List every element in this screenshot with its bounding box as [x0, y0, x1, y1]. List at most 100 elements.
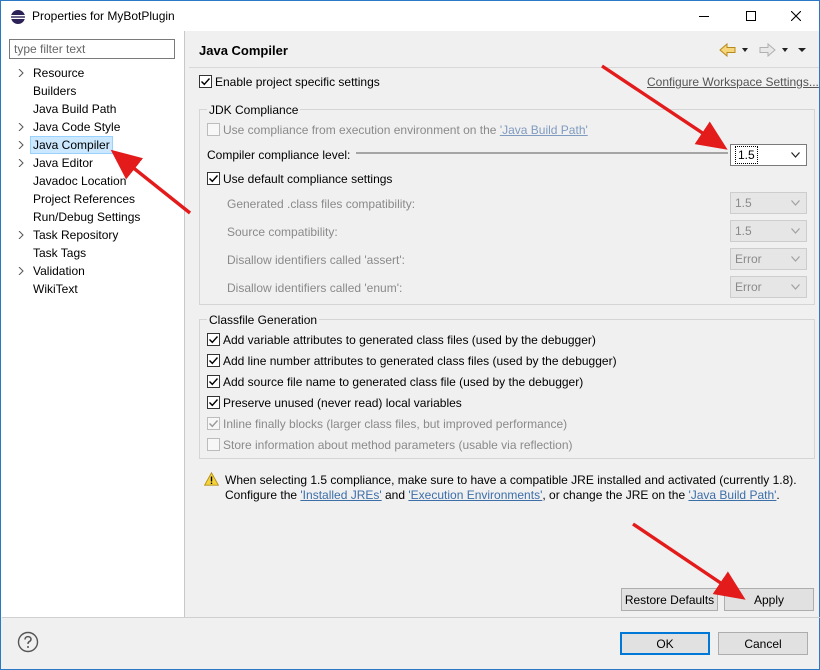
warning-text: and	[381, 488, 409, 502]
window-title: Properties for MyBotPlugin	[32, 9, 175, 23]
sidebar-item-label: Builders	[33, 84, 77, 98]
execution-environments-link[interactable]: 'Execution Environments'	[408, 488, 542, 502]
chevron-right-icon[interactable]	[17, 267, 25, 275]
sidebar-item-label: Java Compiler	[30, 136, 113, 154]
sidebar-item-java-editor[interactable]: Java Editor	[1, 154, 185, 172]
sidebar-item-run-debug-settings[interactable]: Run/Debug Settings	[1, 208, 185, 226]
sidebar-item-resource[interactable]: Resource	[1, 64, 185, 82]
history-navigation	[719, 42, 806, 58]
chevron-right-icon[interactable]	[17, 159, 25, 167]
sidebar-item-task-tags[interactable]: Task Tags	[1, 244, 185, 262]
use-env-compliance-checkbox[interactable]	[207, 123, 220, 136]
sidebar-item-java-code-style[interactable]: Java Code Style	[1, 118, 185, 136]
compliance-level-label: Compiler compliance level:	[207, 148, 351, 162]
add-source-file-label: Add source file name to generated class …	[223, 375, 584, 389]
enum-identifier-label: Disallow identifiers called 'enum':	[227, 281, 403, 295]
view-menu-chevron-icon[interactable]	[798, 48, 806, 52]
close-button[interactable]	[773, 1, 819, 31]
checkmark-icon	[209, 420, 219, 428]
header-divider	[189, 67, 819, 68]
add-source-file-checkbox[interactable]	[207, 375, 220, 388]
eclipse-icon	[11, 10, 25, 24]
configure-workspace-link[interactable]: Configure Workspace Settings...	[647, 75, 819, 89]
preserve-unused-checkbox[interactable]	[207, 396, 220, 409]
restore-defaults-button[interactable]: Restore Defaults	[621, 588, 718, 611]
chevron-right-icon[interactable]	[17, 123, 25, 131]
chevron-right-icon[interactable]	[17, 141, 25, 149]
filter-input[interactable]	[9, 39, 175, 59]
inline-finally-label: Inline finally blocks (larger class file…	[223, 417, 568, 431]
enable-specific-label: Enable project specific settings	[215, 75, 380, 89]
ok-button[interactable]: OK	[620, 632, 710, 655]
sidebar-item-wikitext[interactable]: WikiText	[1, 280, 185, 298]
sidebar-item-javadoc-location[interactable]: Javadoc Location	[1, 172, 185, 190]
checkmark-icon	[209, 357, 219, 365]
sidebar-item-validation[interactable]: Validation	[1, 262, 185, 280]
title-bar[interactable]: Properties for MyBotPlugin	[1, 1, 819, 31]
add-line-number-checkbox[interactable]	[207, 354, 220, 367]
help-icon[interactable]	[17, 631, 39, 653]
minimize-button[interactable]	[681, 1, 727, 31]
chevron-down-icon	[791, 256, 800, 262]
chevron-right-icon[interactable]	[17, 231, 25, 239]
classfile-generation-title: Classfile Generation	[207, 313, 320, 327]
compliance-level-value: 1.5	[735, 146, 758, 164]
checkmark-icon	[209, 175, 219, 183]
sidebar-item-label: Java Editor	[33, 156, 94, 170]
enum-identifier-select[interactable]: Error	[730, 276, 807, 298]
source-compat-select[interactable]: 1.5	[730, 220, 807, 242]
cancel-button[interactable]: Cancel	[718, 632, 808, 655]
page-title: Java Compiler	[199, 43, 288, 58]
sidebar-item-java-build-path[interactable]: Java Build Path	[1, 100, 185, 118]
use-default-compliance-checkbox[interactable]	[207, 172, 220, 185]
maximize-button[interactable]	[728, 1, 774, 31]
chevron-down-icon	[791, 200, 800, 206]
footer-divider	[2, 617, 820, 618]
warning-text: , or change the JRE on the	[542, 488, 689, 502]
source-compat-label: Source compatibility:	[227, 225, 338, 239]
sidebar-item-label: WikiText	[33, 282, 78, 296]
enable-specific-checkbox[interactable]	[199, 75, 212, 88]
sidebar-item-label: Task Repository	[33, 228, 119, 242]
chevron-down-icon	[791, 284, 800, 290]
checkmark-icon	[209, 399, 219, 407]
sidebar-item-label: Javadoc Location	[33, 174, 127, 188]
assert-identifier-value: Error	[735, 252, 762, 266]
apply-button[interactable]: Apply	[724, 588, 814, 611]
checkmark-icon	[209, 336, 219, 344]
compliance-level-select[interactable]: 1.5	[730, 144, 807, 166]
sidebar-item-builders[interactable]: Builders	[1, 82, 185, 100]
sidebar-item-label: Project References	[33, 192, 136, 206]
chevron-down-icon	[791, 152, 800, 158]
add-variable-attributes-label: Add variable attributes to generated cla…	[223, 333, 596, 347]
store-method-params-checkbox[interactable]	[207, 438, 220, 451]
java-build-path-link[interactable]: 'Java Build Path'	[688, 488, 776, 502]
assert-identifier-label: Disallow identifiers called 'assert':	[227, 253, 405, 267]
add-variable-attributes-checkbox[interactable]	[207, 333, 220, 346]
use-env-compliance-label: Use compliance from execution environmen…	[223, 123, 588, 137]
forward-menu-chevron-icon[interactable]	[782, 48, 788, 52]
forward-icon[interactable]	[759, 42, 776, 58]
java-build-path-link[interactable]: 'Java Build Path'	[500, 123, 588, 137]
warning-line2: Configure the 'Installed JREs' and 'Exec…	[225, 488, 780, 502]
inline-finally-checkbox[interactable]	[207, 417, 220, 430]
sidebar-item-label: Task Tags	[33, 246, 87, 260]
use-env-compliance-text: Use compliance from execution environmen…	[223, 123, 500, 137]
source-compat-value: 1.5	[735, 224, 752, 238]
sidebar-item-label: Validation	[33, 264, 85, 278]
back-icon[interactable]	[719, 42, 736, 58]
sidebar-item-label: Run/Debug Settings	[33, 210, 141, 224]
assert-identifier-select[interactable]: Error	[730, 248, 807, 270]
back-menu-chevron-icon[interactable]	[742, 48, 748, 52]
sidebar-item-label: Java Build Path	[33, 102, 117, 116]
chevron-right-icon[interactable]	[17, 69, 25, 77]
jdk-compliance-title: JDK Compliance	[207, 103, 301, 117]
warning-icon	[204, 472, 219, 486]
installed-jres-link[interactable]: 'Installed JREs'	[300, 488, 381, 502]
sidebar-item-label: Java Code Style	[33, 120, 121, 134]
class-compat-select[interactable]: 1.5	[730, 192, 807, 214]
sidebar-item-task-repository[interactable]: Task Repository	[1, 226, 185, 244]
add-line-number-label: Add line number attributes to generated …	[223, 354, 617, 368]
sidebar-item-project-references[interactable]: Project References	[1, 190, 185, 208]
sidebar-item-java-compiler[interactable]: Java Compiler	[1, 136, 185, 154]
